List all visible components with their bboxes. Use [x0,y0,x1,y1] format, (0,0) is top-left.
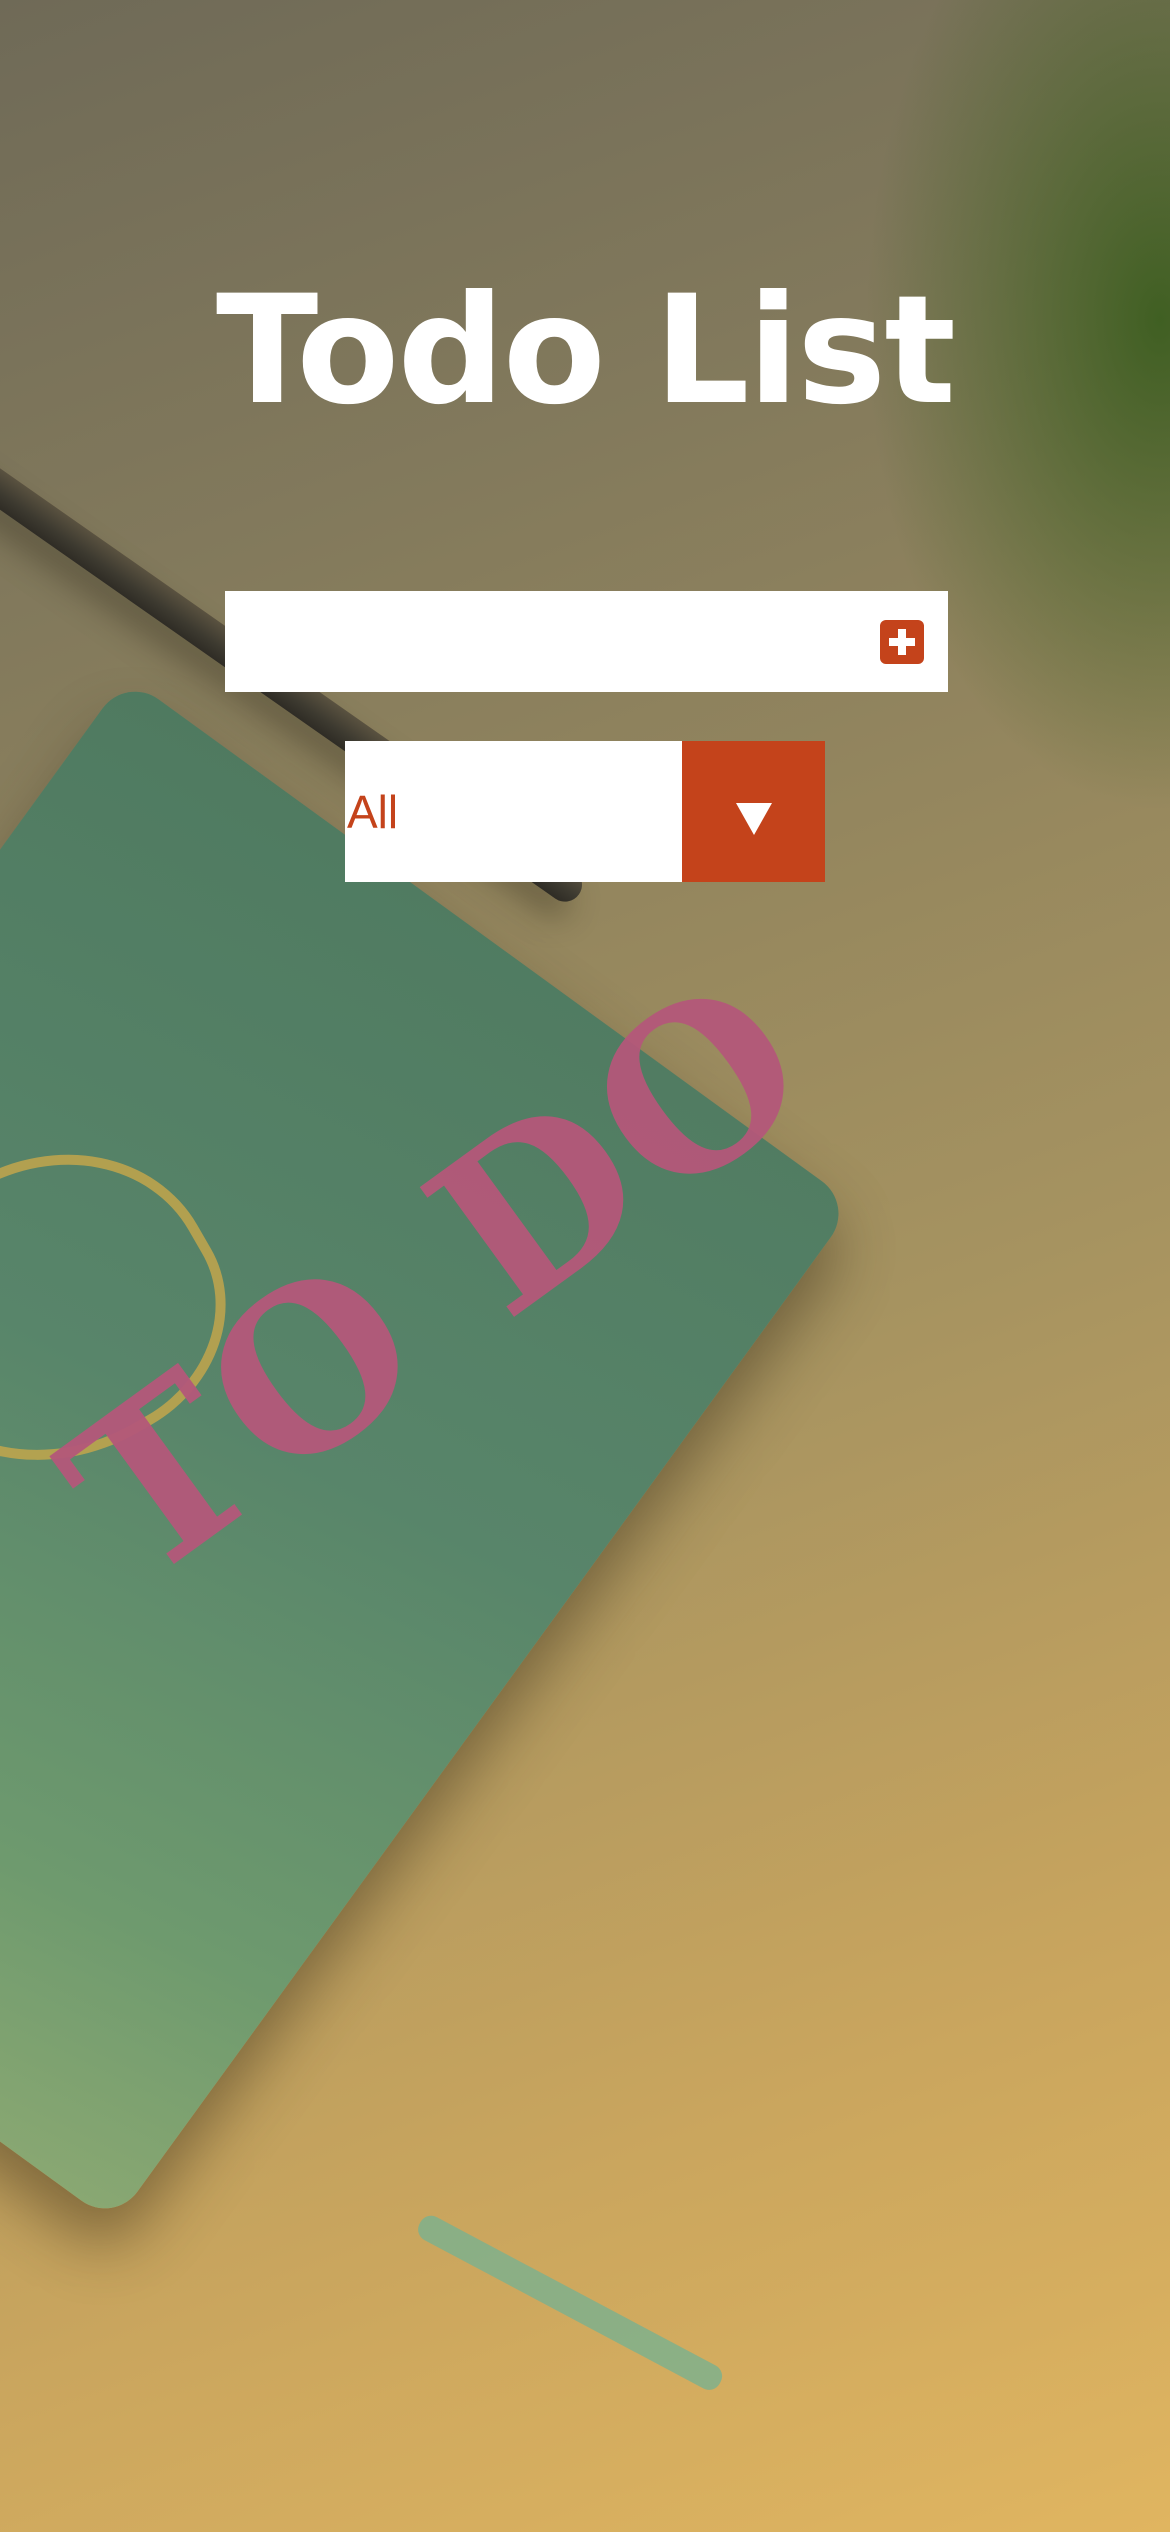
bookmark-ribbon [413,2211,727,2395]
filter-selected-value: All [347,785,399,838]
add-todo-button[interactable] [880,619,924,664]
todo-form [225,591,948,692]
filter-select[interactable]: All [345,741,825,882]
page-title: Todo List [215,263,956,438]
todo-input[interactable] [225,591,880,692]
filter-dropdown-toggle[interactable] [682,741,825,882]
caret-down-icon [735,802,772,835]
